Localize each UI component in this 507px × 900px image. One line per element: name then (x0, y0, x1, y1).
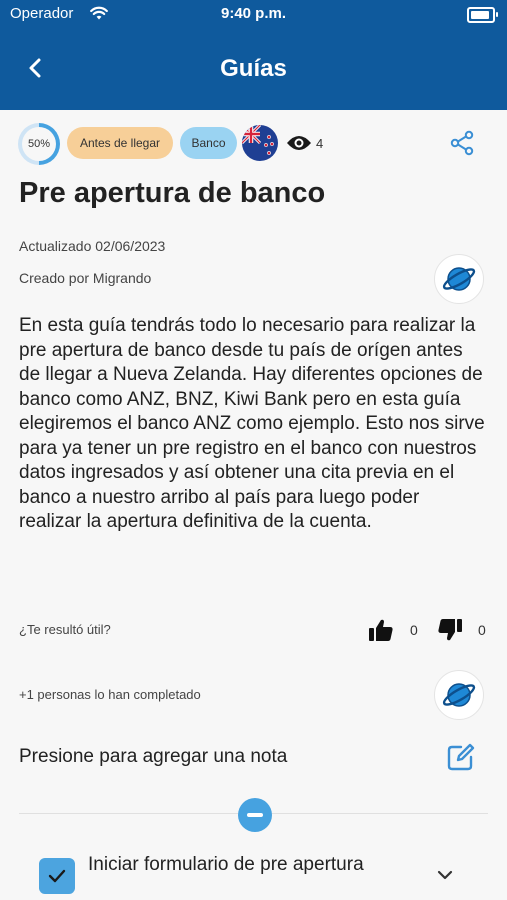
status-bar: Operador 9:40 p.m. (10, 5, 498, 25)
creator-avatar[interactable] (434, 254, 484, 304)
view-count: 4 (316, 136, 324, 151)
chevron-down-icon[interactable] (435, 868, 455, 887)
useful-question: ¿Te resultó útil? (19, 622, 111, 637)
guide-tags-row: 50% Antes de llegar Banco 4 (18, 122, 489, 166)
top-bar: Operador 9:40 p.m. Guías (0, 0, 507, 110)
status-time: 9:40 p.m. (220, 5, 287, 22)
new-zealand-flag-icon (242, 125, 278, 161)
progress-ring: 50% (18, 123, 60, 165)
step-title[interactable]: Iniciar formulario de pre apertura (88, 853, 388, 877)
battery-icon (467, 7, 498, 23)
add-note-prompt[interactable]: Presione para agregar una nota (19, 746, 287, 768)
guide-description: En esta guía tendrás todo lo necesario p… (19, 315, 485, 532)
creator-label: Creado por Migrando (19, 270, 152, 286)
completed-count-text: +1 personas lo han completado (19, 687, 201, 702)
thumbs-down-icon[interactable] (437, 617, 463, 648)
completed-avatar[interactable] (434, 670, 484, 720)
likes-count: 0 (410, 622, 418, 638)
updated-date: Actualizado 02/06/2023 (19, 238, 166, 254)
collapse-button[interactable] (238, 798, 272, 832)
progress-label: 50% (22, 127, 56, 161)
category-chip[interactable]: Banco (180, 127, 237, 159)
eye-icon (286, 134, 312, 157)
edit-note-icon[interactable] (446, 742, 476, 777)
page-title: Guías (220, 55, 287, 82)
share-icon[interactable] (449, 130, 475, 161)
dislikes-count: 0 (478, 622, 486, 638)
planet-icon (442, 683, 476, 707)
step-checkbox[interactable] (39, 858, 75, 894)
stage-chip[interactable]: Antes de llegar (67, 127, 173, 159)
checkmark-icon (48, 869, 66, 883)
planet-icon (442, 267, 476, 291)
guide-title: Pre apertura de banco (19, 177, 326, 209)
thumbs-up-icon[interactable] (368, 617, 394, 648)
